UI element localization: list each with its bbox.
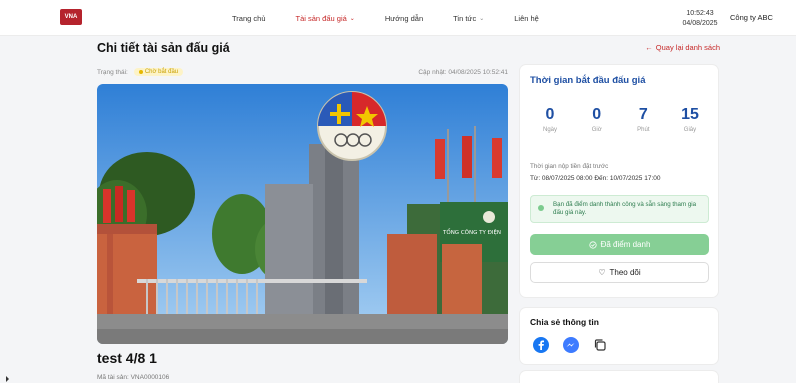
countdown-unit: Giờ [591, 127, 602, 133]
check-circle-icon [588, 240, 597, 249]
nav-item-guide[interactable]: Hướng dẫn [385, 14, 423, 23]
deposit-period-range: Từ: 08/07/2025 08:00 Đến: 10/07/2025 17:… [530, 175, 661, 182]
countdown-seconds: 15 Giây [670, 105, 710, 133]
status-dot-icon [138, 70, 143, 74]
countdown-number: 0 [592, 106, 602, 123]
status-label: Trạng thái: [97, 68, 128, 76]
deposit-period-label: Thời gian nộp tiền đặt trước [530, 163, 609, 170]
heart-icon: ♡ [598, 268, 606, 277]
countdown-minutes: 7 Phút [623, 105, 663, 133]
countdown-hours: 0 Giờ [577, 105, 617, 133]
clock-date: 04/08/2025 [682, 20, 718, 27]
checkin-success-notice: Bạn đã điểm danh thành công và sẵn sàng … [530, 195, 709, 223]
checked-in-button[interactable]: Đã điểm danh [530, 234, 709, 255]
countdown-days: 0 Ngày [530, 105, 570, 133]
chevron-down-icon: ⌄ [349, 15, 355, 22]
nav-item-label: Trang chủ [232, 13, 266, 23]
facebook-icon[interactable] [533, 337, 549, 353]
nav-item-news[interactable]: Tin tức ⌄ [453, 14, 484, 23]
asset-code: Mã tài sản: VNA0000106 [97, 374, 170, 381]
copy-link-icon[interactable] [593, 338, 607, 352]
countdown-unit: Phút [637, 127, 650, 133]
countdown-unit: Giây [683, 127, 697, 133]
follow-button[interactable]: ♡ Theo dõi [530, 262, 709, 283]
countdown-unit: Ngày [542, 127, 557, 133]
chevron-down-icon: ⌄ [479, 15, 485, 22]
share-card: Chia sẻ thông tin [520, 308, 718, 364]
nav-item-contact[interactable]: Liên hệ [514, 14, 539, 23]
main-nav: Trang chủ Tài sản đấu giá ⌄ Hướng dẫn Ti… [232, 0, 569, 36]
back-link-label: Quay lại danh sách [655, 43, 720, 52]
site-logo[interactable]: VNA [60, 9, 82, 25]
top-header: VNA Trang chủ Tài sản đấu giá ⌄ Hướng dẫ… [0, 0, 796, 36]
status-badge-text: Chờ bắt đầu [144, 69, 179, 75]
nav-item-label: Liên hệ [514, 13, 539, 23]
status-badge: Chờ bắt đầu [133, 68, 184, 76]
check-circle-icon [538, 205, 544, 211]
nav-item-auction-assets[interactable]: Tài sản đấu giá ⌄ [296, 14, 355, 23]
share-icons [533, 337, 607, 353]
follow-label: Theo dõi [609, 268, 641, 277]
nav-item-label: Hướng dẫn [384, 13, 424, 23]
countdown-title: Thời gian bắt đầu đấu giá [530, 75, 646, 86]
updated-timestamp: Cập nhật: 04/08/2025 10:52:41 [418, 68, 508, 76]
countdown-card: Thời gian bắt đầu đấu giá 0 Ngày 0 Giờ 7… [520, 65, 718, 297]
countdown-number: 7 [638, 106, 648, 123]
asset-name: test 4/8 1 [97, 350, 157, 366]
header-clock: 10:52:43 04/08/2025 [682, 9, 717, 29]
checked-in-label: Đã điểm danh [600, 240, 651, 249]
asset-photo[interactable]: TỔNG CÔNG TY ĐIỆN [97, 84, 508, 344]
building-sign-text: TỔNG CÔNG TY ĐIỆN [442, 228, 501, 236]
status-row: Trạng thái: Chờ bắt đầu Cập nhật: 04/08/… [97, 66, 508, 78]
countdown-values: 0 Ngày 0 Giờ 7 Phút 15 Giây [530, 105, 710, 133]
user-company[interactable]: Công ty ABC [730, 13, 773, 22]
asset-photo-illustration: TỔNG CÔNG TY ĐIỆN [97, 84, 508, 344]
clock-time: 10:52:43 [686, 10, 714, 17]
notice-text: Bạn đã điểm danh thành công và sẵn sàng … [553, 201, 697, 216]
countdown-number: 0 [545, 106, 555, 123]
mouse-cursor-icon [6, 376, 9, 382]
page-title: Chi tiết tài sản đấu giá [97, 41, 230, 55]
countdown-number: 15 [681, 106, 699, 123]
nav-item-label: Tài sản đấu giá [295, 13, 347, 23]
share-title: Chia sẻ thông tin [530, 317, 599, 327]
back-to-list-link[interactable]: ← Quay lại danh sách [645, 43, 720, 52]
asset-info-card [520, 371, 718, 383]
nav-item-home[interactable]: Trang chủ [232, 14, 266, 23]
nav-item-label: Tin tức [453, 13, 477, 23]
messenger-icon[interactable] [563, 337, 579, 353]
arrow-left-icon: ← [645, 43, 653, 52]
